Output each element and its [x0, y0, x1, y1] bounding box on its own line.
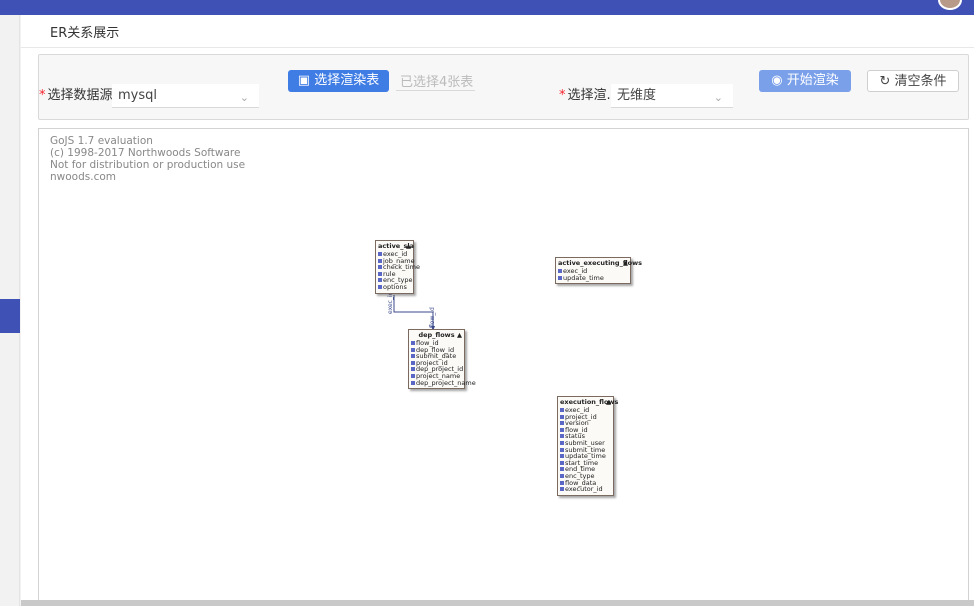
entity-field: update_time	[558, 274, 628, 282]
refresh-icon: ↻	[879, 74, 891, 89]
chevron-down-icon: ⌄	[713, 91, 723, 104]
link-to-label: flow_id	[429, 307, 436, 328]
main-content: ER关系展示 *选择数据源: mysql ⌄ ▣ 选择渲染表 已选择4张表 *选…	[21, 15, 974, 606]
page-title: ER关系展示	[50, 26, 120, 41]
entity-dep-flows[interactable]: dep_flows ▲ flow_id dep_flow_id submit_da…	[408, 329, 476, 390]
entity-active-sla[interactable]: active_sla ▲ exec_id job_name check_time …	[375, 240, 420, 294]
dimension-select[interactable]: 无维度 ⌄	[611, 84, 733, 108]
er-diagram-canvas[interactable]: GoJS 1.7 evaluation (c) 1998-2017 Northw…	[38, 128, 969, 606]
entity-active-executing-flows[interactable]: active_executing_flows ▲ exec_id update_t…	[555, 257, 642, 285]
relationship-line	[393, 295, 434, 329]
start-render-button[interactable]: ◉ 开始渲染	[759, 70, 851, 92]
required-mark: *	[39, 88, 46, 103]
chevron-down-icon: ⌄	[239, 91, 249, 104]
collapse-caret-icon[interactable]: ▲	[406, 242, 411, 251]
relationship-links: exec_id flow_id	[387, 291, 436, 331]
horizontal-scrollbar[interactable]	[21, 600, 974, 606]
table-icon: ▣	[297, 73, 311, 88]
top-nav-bar	[0, 0, 974, 15]
collapse-caret-icon[interactable]: ▲	[623, 259, 628, 268]
entity-field: executor_id	[560, 486, 611, 493]
required-mark: *	[559, 88, 566, 103]
clear-conditions-button[interactable]: ↻ 清空条件	[867, 70, 959, 92]
eye-icon: ◉	[771, 73, 783, 88]
collapse-caret-icon[interactable]: ▲	[606, 398, 611, 407]
collapse-caret-icon[interactable]: ▲	[457, 331, 462, 340]
user-avatar[interactable]	[938, 0, 962, 10]
datasource-label: *选择数据源:	[39, 88, 117, 103]
entity-field: options	[378, 284, 411, 291]
link-from-label: exec_id	[387, 291, 394, 314]
entity-field: dep_project_name	[411, 379, 476, 387]
dimension-label: * 选择渲...	[559, 88, 619, 103]
page-header: ER关系展示	[21, 15, 974, 48]
sidebar	[0, 15, 20, 606]
query-form: *选择数据源: mysql ⌄ ▣ 选择渲染表 已选择4张表 *选择渲... 无…	[38, 54, 969, 120]
select-tables-button[interactable]: ▣ 选择渲染表	[288, 70, 389, 92]
datasource-select[interactable]: mysql ⌄	[112, 84, 259, 108]
sidebar-collapse-tab[interactable]	[0, 299, 20, 333]
entity-execution-flows[interactable]: execution_flows ▲ exec_id project_id vers…	[557, 396, 618, 496]
selected-tables-hint: 已选择4张表	[396, 71, 475, 91]
